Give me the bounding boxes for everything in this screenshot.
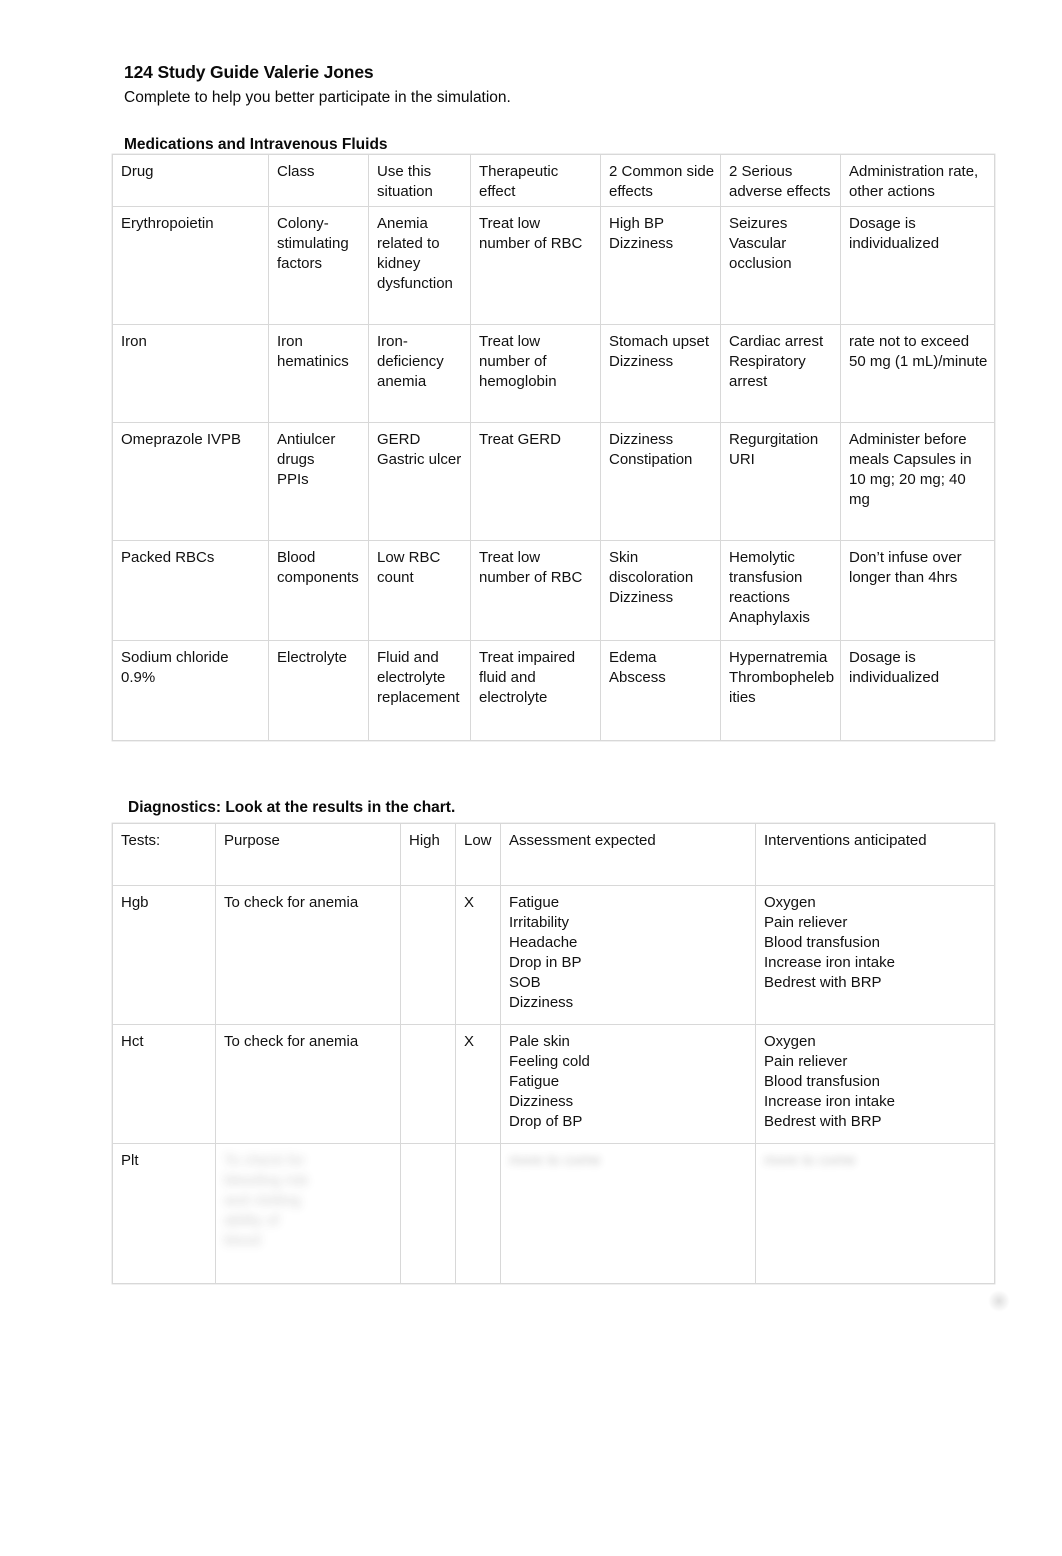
cell-high xyxy=(400,1143,456,1284)
cell-assessment: Pale skin Feeling cold Fatigue Dizziness Dro… xyxy=(500,1024,756,1144)
cell-administration: Don’t infuse over longer than 4hrs xyxy=(840,540,995,641)
column-header-assessment: Assessment expected xyxy=(500,823,756,886)
cell-use: Fluid and electrolyte replacement xyxy=(368,640,471,741)
column-header-tests: Tests: xyxy=(112,823,216,886)
cell-serious-adverse-effects: Seizures Vascular occlusion xyxy=(720,206,841,325)
table-row: Packed RBCs Blood components Low RBC cou… xyxy=(112,540,995,641)
cell-drug: Omeprazole IVPB xyxy=(112,422,269,541)
table-row: Erythropoietin Colony-stimulating factor… xyxy=(112,206,995,325)
illegible-scan-text: To check for bleeding risk and clotting abi… xyxy=(224,1152,309,1249)
cell-administration: Dosage is individualized xyxy=(840,206,995,325)
cell-effect: Treat low number of RBC xyxy=(470,540,601,641)
column-header-use: Use this situation xyxy=(368,154,471,207)
cell-test: Plt xyxy=(112,1143,216,1284)
cell-administration: rate not to exceed 50 mg (1 mL)/minute xyxy=(840,324,995,423)
cell-purpose-illegible: To check for bleeding risk and clotting abi… xyxy=(215,1143,401,1284)
cell-serious-adverse-effects: Cardiac arrest Respiratory arrest xyxy=(720,324,841,423)
diagnostics-section-heading: Diagnostics: Look at the results in the … xyxy=(128,799,456,816)
cell-administration: Dosage is individualized xyxy=(840,640,995,741)
page-title: 124 Study Guide Valerie Jones xyxy=(124,62,374,82)
cell-effect: Treat impaired fluid and electrolyte xyxy=(470,640,601,741)
cell-use: Iron-deficiency anemia xyxy=(368,324,471,423)
cell-low xyxy=(455,1143,501,1284)
cell-low: X xyxy=(455,885,501,1025)
page-subtitle: Complete to help you better participate … xyxy=(124,89,511,106)
cell-effect: Treat low number of RBC xyxy=(470,206,601,325)
column-header-common-side-effects: 2 Common side effects xyxy=(600,154,721,207)
illegible-scan-text: more to come xyxy=(509,1152,601,1169)
illegible-scan-text: more to come xyxy=(764,1152,856,1169)
cell-use: Anemia related to kidney dysfunction xyxy=(368,206,471,325)
cell-serious-adverse-effects: Hemolytic transfusion reactions Anaphylax… xyxy=(720,540,841,641)
cell-purpose: To check for anemia xyxy=(215,885,401,1025)
cell-class: Antiulcer drugs PPIs xyxy=(268,422,369,541)
cell-drug: Packed RBCs xyxy=(112,540,269,641)
table-row: Plt To check for bleeding risk and clottin… xyxy=(112,1143,995,1284)
table-row: Sodium chloride 0.9% Electrolyte Fluid a… xyxy=(112,640,995,741)
column-header-class: Class xyxy=(268,154,369,207)
cell-effect: Treat low number of hemoglobin xyxy=(470,324,601,423)
cell-high xyxy=(400,885,456,1025)
column-header-drug: Drug xyxy=(112,154,269,207)
cell-drug: Erythropoietin xyxy=(112,206,269,325)
cell-test: Hct xyxy=(112,1024,216,1144)
cell-common-side-effects: Stomach upset Dizziness xyxy=(600,324,721,423)
cell-purpose: To check for anemia xyxy=(215,1024,401,1144)
column-header-interventions: Interventions anticipated xyxy=(755,823,995,886)
table-row: Iron Iron hematinics Iron-deficiency ane… xyxy=(112,324,995,423)
scan-artifact xyxy=(988,1290,1010,1312)
cell-common-side-effects: Skin discoloration Dizziness xyxy=(600,540,721,641)
cell-drug: Sodium chloride 0.9% xyxy=(112,640,269,741)
cell-interventions: Oxygen Pain reliever Blood transfusion Incr… xyxy=(755,1024,995,1144)
cell-serious-adverse-effects: Hypernatremia Thrombophelebities xyxy=(720,640,841,741)
cell-interventions: Oxygen Pain reliever Blood transfusion Incr… xyxy=(755,885,995,1025)
medications-section-heading: Medications and Intravenous Fluids xyxy=(124,136,388,153)
cell-test: Hgb xyxy=(112,885,216,1025)
table-header-row: Tests: Purpose High Low Assessment expec… xyxy=(112,823,995,886)
document-page: 124 Study Guide Valerie Jones Complete t… xyxy=(0,0,1062,1556)
column-header-effect: Therapeutic effect xyxy=(470,154,601,207)
medications-table: Drug Class Use this situation Therapeuti… xyxy=(112,154,995,741)
cell-drug: Iron xyxy=(112,324,269,423)
table-header-row: Drug Class Use this situation Therapeuti… xyxy=(112,154,995,207)
column-header-low: Low xyxy=(455,823,501,886)
cell-high xyxy=(400,1024,456,1144)
table-row: Hct To check for anemia X Pale skin Feeli… xyxy=(112,1024,995,1144)
cell-class: Colony-stimulating factors xyxy=(268,206,369,325)
column-header-purpose: Purpose xyxy=(215,823,401,886)
cell-class: Blood components xyxy=(268,540,369,641)
cell-assessment-illegible: more to come xyxy=(500,1143,756,1284)
table-row: Omeprazole IVPB Antiulcer drugs PPIs GERD… xyxy=(112,422,995,541)
cell-class: Iron hematinics xyxy=(268,324,369,423)
cell-interventions-illegible: more to come xyxy=(755,1143,995,1284)
cell-low: X xyxy=(455,1024,501,1144)
column-header-administration: Administration rate, other actions xyxy=(840,154,995,207)
cell-common-side-effects: Dizziness Constipation xyxy=(600,422,721,541)
cell-effect: Treat GERD xyxy=(470,422,601,541)
cell-administration: Administer before meals Capsules in 10 m… xyxy=(840,422,995,541)
cell-use: Low RBC count xyxy=(368,540,471,641)
diagnostics-table: Tests: Purpose High Low Assessment expec… xyxy=(112,823,995,1284)
column-header-serious-adverse-effects: 2 Serious adverse effects xyxy=(720,154,841,207)
cell-assessment: Fatigue Irritability Headache Drop in BP SOB… xyxy=(500,885,756,1025)
cell-use: GERD Gastric ulcer xyxy=(368,422,471,541)
table-row: Hgb To check for anemia X Fatigue Irritab… xyxy=(112,885,995,1025)
cell-common-side-effects: High BP Dizziness xyxy=(600,206,721,325)
cell-class: Electrolyte xyxy=(268,640,369,741)
cell-serious-adverse-effects: Regurgitation URI xyxy=(720,422,841,541)
column-header-high: High xyxy=(400,823,456,886)
cell-common-side-effects: Edema Abscess xyxy=(600,640,721,741)
